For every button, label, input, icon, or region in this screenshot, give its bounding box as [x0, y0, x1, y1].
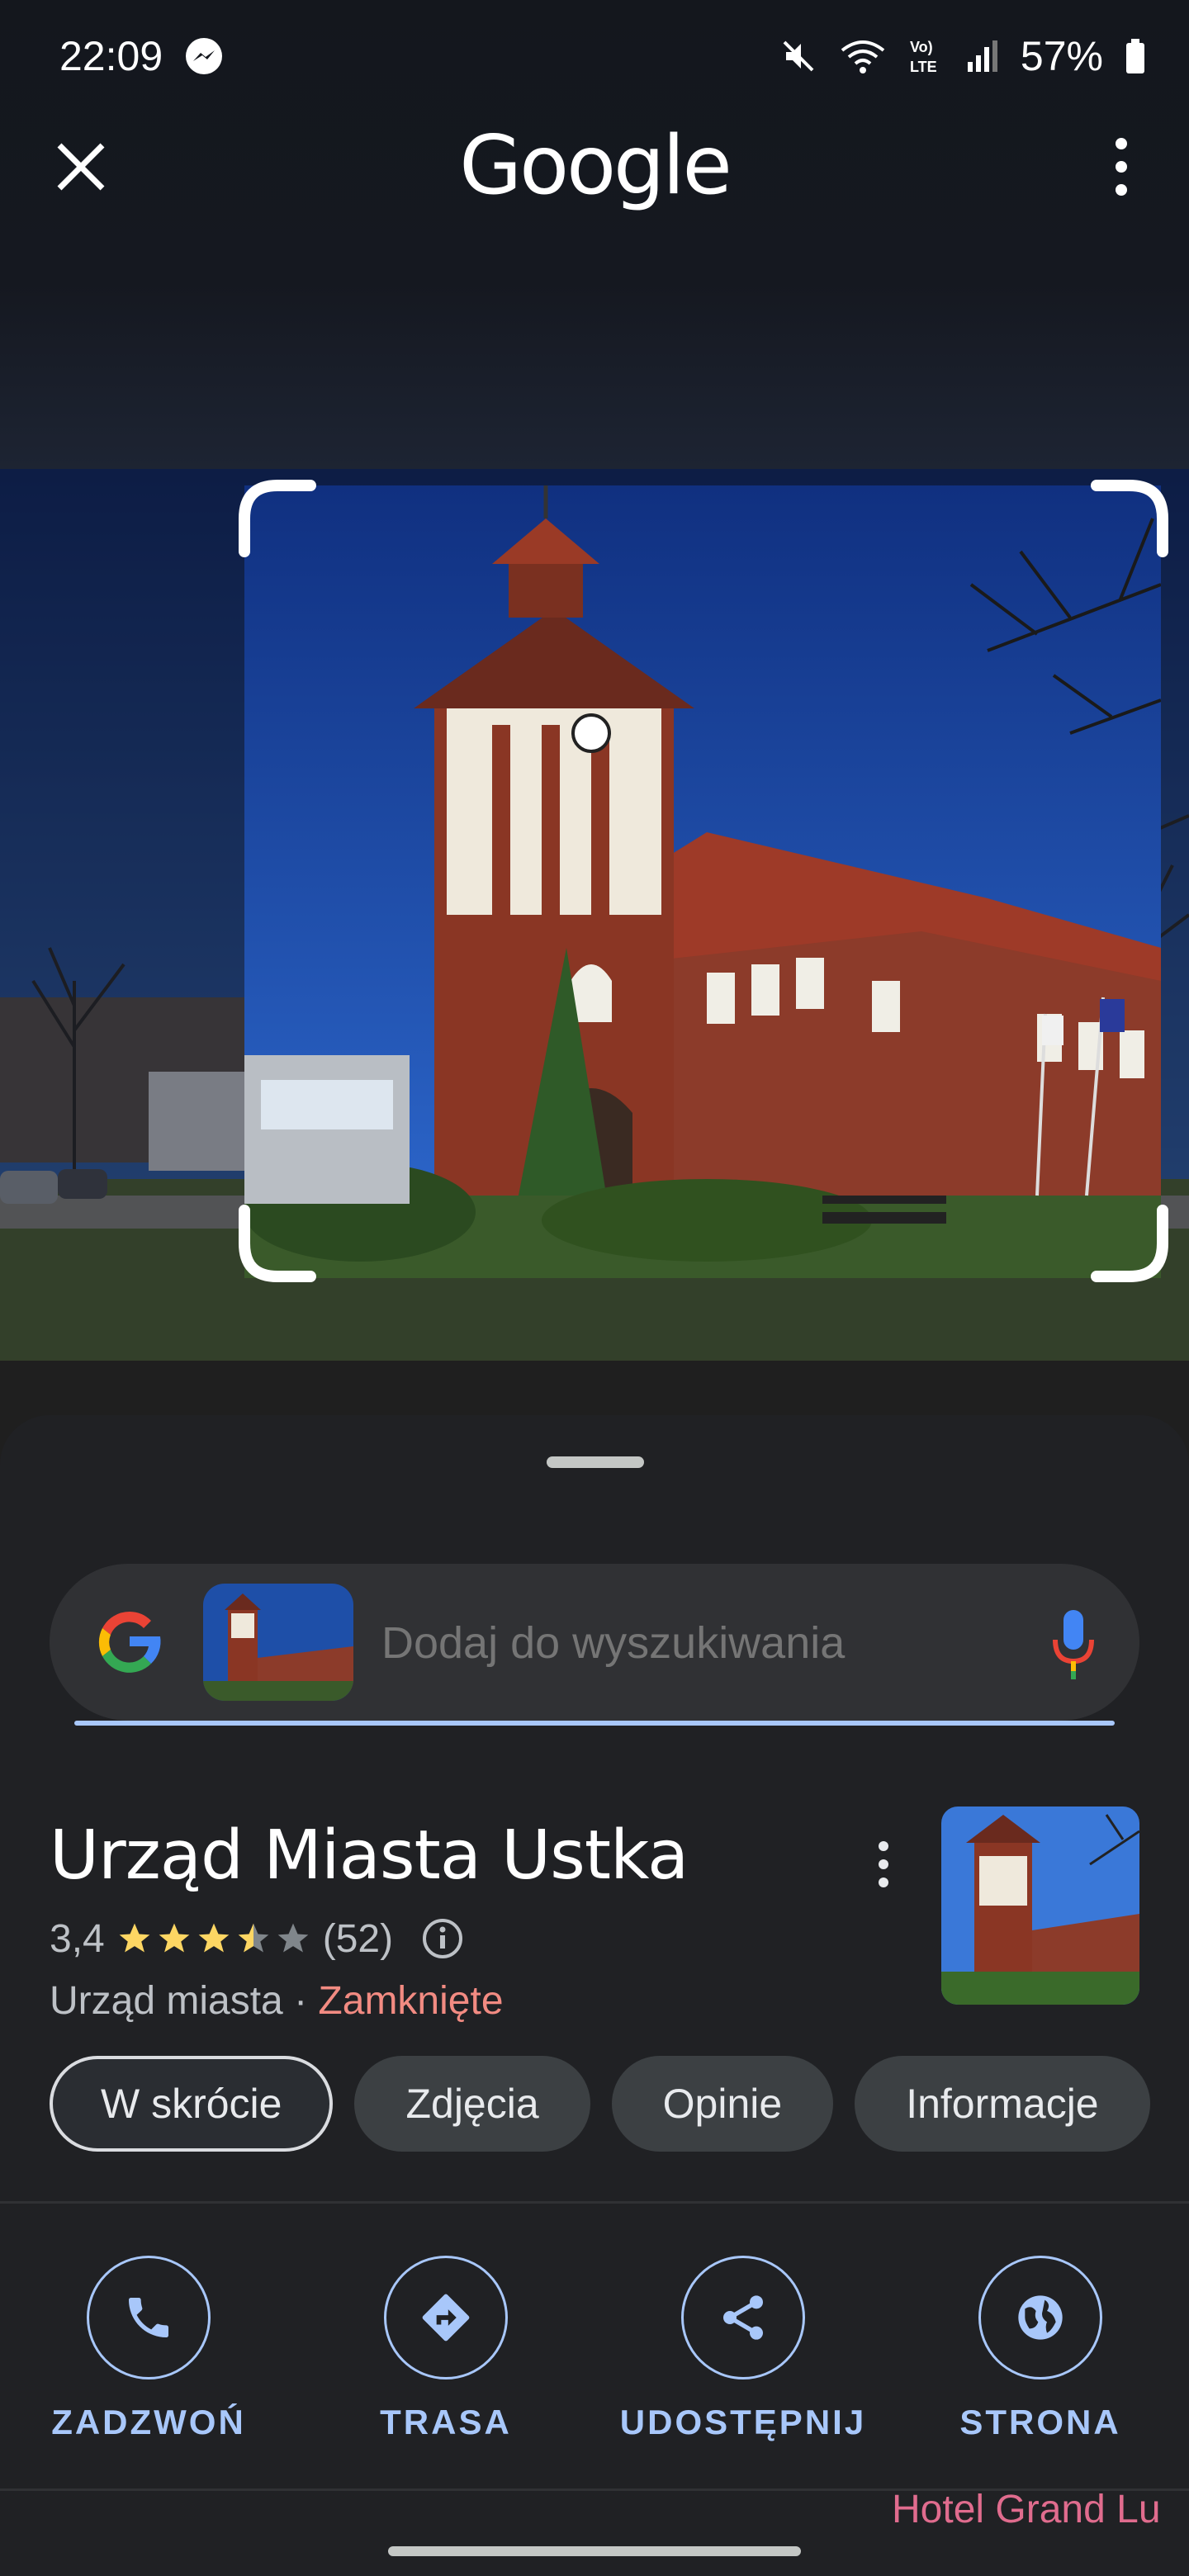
svg-text:LTE: LTE — [910, 59, 937, 75]
header: Google — [0, 112, 1189, 213]
status-right: Vo) LTE 57% — [779, 32, 1146, 80]
tab-reviews[interactable]: Opinie — [611, 2056, 834, 2152]
star-half-icon — [238, 1923, 269, 1953]
action-buttons: ZADZWOŃ TRASA UDOSTĘPNIJ STRONA — [0, 2256, 1189, 2462]
status-time: 22:09 — [59, 33, 163, 79]
share-icon — [723, 2295, 763, 2340]
place-more-icon[interactable] — [874, 1840, 893, 1889]
open-status: Zamknięte — [318, 1979, 504, 2023]
thumbnail-image — [203, 1584, 353, 1701]
gesture-nav-bar[interactable] — [388, 2546, 801, 2556]
website-label: STRONA — [959, 2403, 1121, 2441]
tab-info[interactable]: Informacje — [855, 2056, 1150, 2152]
volte-icon: Vo) LTE — [910, 39, 937, 75]
category-separator: · — [294, 1979, 308, 2023]
more-vert-icon[interactable] — [1103, 134, 1139, 200]
globe-icon — [1018, 2295, 1063, 2340]
place-title: Urząd Miasta Ustka — [50, 1816, 689, 1895]
battery-percent: 57% — [1020, 33, 1103, 79]
status-left: 22:09 — [59, 32, 224, 80]
website-action[interactable]: STRONA — [892, 2256, 1189, 2442]
star-icon — [119, 1923, 150, 1953]
rating-stars — [116, 1920, 311, 1957]
star-empty-icon — [277, 1923, 309, 1953]
status-bar: 22:09 Vo) LTE 57% — [0, 0, 1189, 112]
wifi-icon — [841, 40, 885, 73]
signal-icon — [967, 40, 997, 72]
battery-icon — [1126, 39, 1144, 73]
info-icon[interactable] — [421, 1917, 464, 1960]
call-action[interactable]: ZADZWOŃ — [0, 2256, 297, 2442]
place-photo — [941, 1807, 1139, 2005]
star-icon — [159, 1923, 190, 1953]
google-g-icon — [98, 1611, 161, 1673]
rating-value: 3,4 — [50, 1916, 105, 1961]
search-image-thumbnail[interactable] — [203, 1584, 353, 1701]
next-result-peek[interactable]: Hotel Grand Lu — [892, 2487, 1189, 2540]
svg-text:Vo): Vo) — [910, 39, 933, 55]
website-button[interactable] — [978, 2256, 1102, 2379]
divider — [0, 2201, 1189, 2204]
category-row: Urząd miasta · Zamknięte — [50, 1978, 504, 2024]
directions-action[interactable]: TRASA — [297, 2256, 594, 2442]
drag-handle[interactable] — [547, 1456, 644, 1468]
tab-overview[interactable]: W skrócie — [50, 2056, 334, 2152]
mute-icon — [783, 40, 814, 72]
review-count[interactable]: (52) — [323, 1916, 393, 1962]
star-icon — [198, 1923, 230, 1953]
tab-chips: W skrócie Zdjęcia Opinie Informacje — [50, 2056, 1150, 2152]
search-underline — [74, 1721, 1115, 1726]
share-label: UDOSTĘPNIJ — [619, 2403, 867, 2441]
directions-button[interactable] — [384, 2256, 508, 2379]
share-action[interactable]: UDOSTĘPNIJ — [594, 2256, 892, 2442]
directions-label: TRASA — [380, 2403, 512, 2441]
tab-photos[interactable]: Zdjęcia — [354, 2056, 590, 2152]
google-logo: Google — [459, 119, 732, 213]
crop-frame[interactable] — [236, 477, 1171, 1285]
place-thumbnail[interactable] — [941, 1807, 1139, 2005]
call-label: ZADZWOŃ — [51, 2403, 246, 2441]
share-button[interactable] — [681, 2256, 805, 2379]
phone-icon — [129, 2298, 168, 2337]
rating-row: 3,4 (52) — [50, 1912, 464, 1965]
messenger-icon — [186, 38, 223, 74]
search-bar[interactable] — [50, 1564, 1139, 1721]
directions-icon — [422, 2294, 470, 2342]
mic-icon[interactable] — [1049, 1607, 1098, 1681]
search-input[interactable] — [380, 1564, 1011, 1721]
call-button[interactable] — [87, 2256, 211, 2379]
place-category: Urząd miasta — [50, 1979, 283, 2023]
